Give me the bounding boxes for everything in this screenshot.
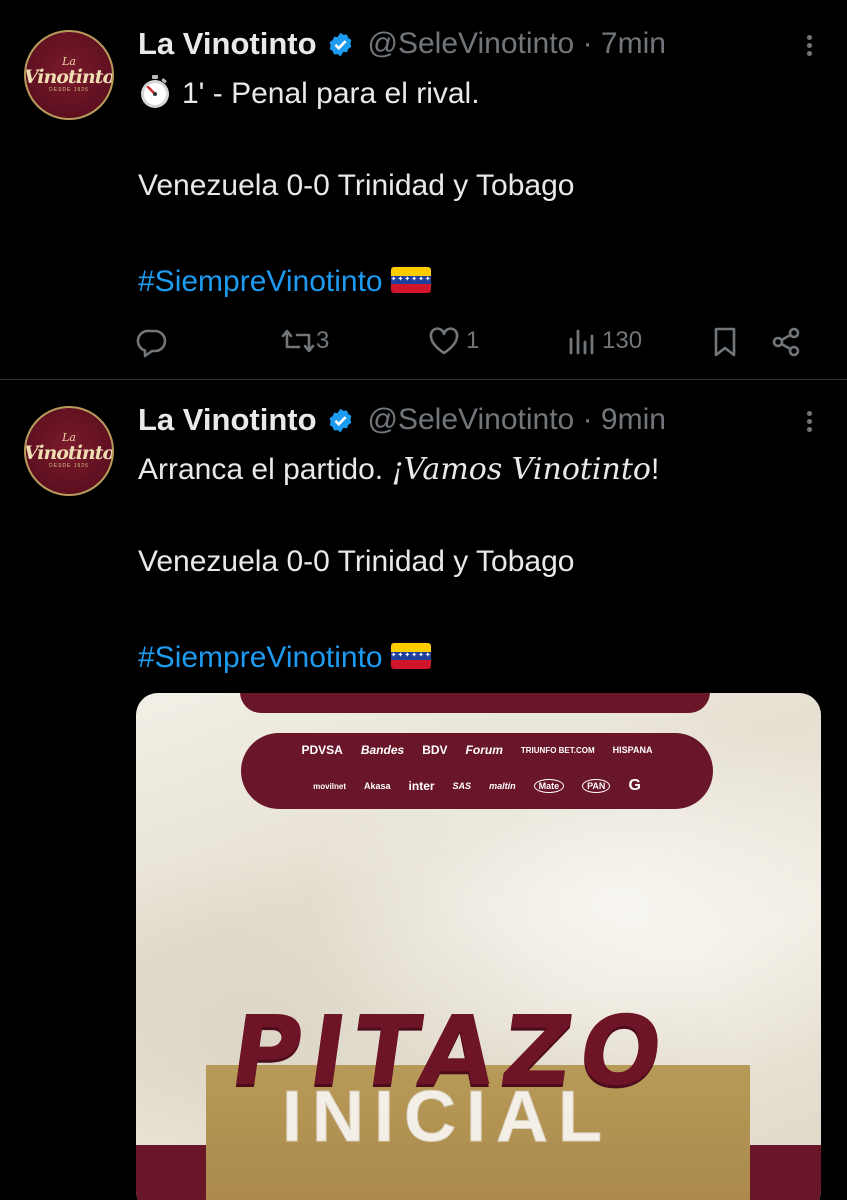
hashtag-link[interactable]: #SiempreVinotinto <box>138 641 383 674</box>
avatar[interactable]: La Vinotinto DESDE 1926 <box>24 406 114 496</box>
tweet-text-italic: ¡Vamos Vinotinto <box>391 452 651 487</box>
tweet-header: La Vinotinto @SeleVinotinto · 9min <box>138 400 666 440</box>
bookmark-button[interactable] <box>712 326 738 358</box>
share-icon <box>772 327 800 357</box>
sponsor-logo: PAN <box>582 779 611 793</box>
repost-icon <box>281 329 315 353</box>
sponsor-logo: Akasa <box>364 781 391 791</box>
venezuela-flag-icon: ✦✦✦✦✦✦✦ <box>390 267 431 294</box>
tweet-text-end: ! <box>650 453 660 486</box>
reply-button[interactable] <box>136 328 168 358</box>
share-button[interactable] <box>770 326 802 358</box>
views-chart-icon <box>569 329 594 355</box>
avatar-logo-small: La <box>62 430 76 444</box>
sponsor-logo: maltin <box>489 781 516 791</box>
venezuela-flag-icon: ✦✦✦✦✦✦✦ <box>390 643 431 670</box>
tweet-1[interactable]: La Vinotinto DESDE 1926 La Vinotinto @Se… <box>0 0 847 380</box>
avatar-logo-main: Vinotinto <box>24 65 114 88</box>
tweet-hashtag-line: #SiempreVinotinto ✦✦✦✦✦✦✦ <box>138 262 431 302</box>
sponsor-row-2: movilnet Akasa inter SAS maltin Mate PAN… <box>241 777 713 795</box>
sponsor-logo: movilnet <box>313 781 346 791</box>
sponsor-logo: HISPANA <box>612 745 653 755</box>
media-headline-inicial: INICIAL <box>282 1077 612 1157</box>
bookmark-icon <box>714 327 736 357</box>
heart-icon <box>429 327 459 355</box>
author-name[interactable]: La Vinotinto <box>138 402 317 438</box>
sponsor-logo: BDV <box>422 743 448 757</box>
more-options-icon[interactable] <box>805 32 813 62</box>
avatar-logo-small: La <box>62 54 76 68</box>
reply-icon <box>136 329 167 358</box>
views-count: 130 <box>602 327 643 354</box>
avatar[interactable]: La Vinotinto DESDE 1926 <box>24 30 114 120</box>
like-count: 1 <box>466 327 480 354</box>
more-options-icon[interactable] <box>805 408 813 438</box>
avatar-logo-tiny: DESDE 1926 <box>49 86 89 93</box>
tweet-text: 1' - Penal para el rival. <box>182 77 480 110</box>
tweet-text: Arranca el partido. <box>138 453 392 486</box>
tweet-media-image[interactable]: PDVSA Bandes BDV Forum TRIUNFO BET.COM H… <box>136 693 821 1200</box>
timeline: La Vinotinto DESDE 1926 La Vinotinto @Se… <box>0 0 847 1200</box>
verified-badge-icon <box>329 32 351 56</box>
avatar-logo-main: Vinotinto <box>24 441 114 464</box>
sponsor-logo: Bandes <box>360 743 405 757</box>
sponsor-row-1: PDVSA Bandes BDV Forum TRIUNFO BET.COM H… <box>241 743 713 757</box>
sponsor-logo: Forum <box>465 743 503 757</box>
repost-button[interactable]: 3 <box>280 326 329 356</box>
like-button[interactable]: 1 <box>428 326 479 356</box>
views-button[interactable]: 130 <box>566 326 642 356</box>
sponsor-logo: Mate <box>533 779 565 793</box>
tweet-text-line-1: Arranca el partido. ¡Vamos Vinotinto! <box>138 450 659 490</box>
sponsor-logo: SAS <box>452 781 472 791</box>
sponsor-logo: inter <box>408 779 435 793</box>
sponsor-banner: PDVSA Bandes BDV Forum TRIUNFO BET.COM H… <box>241 733 713 809</box>
tweet-text-line-2: Venezuela 0-0 Trinidad y Tobago <box>138 545 575 578</box>
tweet-text-line-2: Venezuela 0-0 Trinidad y Tobago <box>138 169 575 202</box>
tweet-header: La Vinotinto @SeleVinotinto · 7min <box>138 24 666 64</box>
media-top-bar <box>240 693 710 713</box>
tweet-hashtag-line: #SiempreVinotinto ✦✦✦✦✦✦✦ <box>138 638 431 678</box>
author-handle-time[interactable]: @SeleVinotinto · 9min <box>368 403 666 437</box>
sponsor-logo: G <box>628 777 641 794</box>
author-name[interactable]: La Vinotinto <box>138 26 317 62</box>
stopwatch-emoji-icon <box>141 75 169 109</box>
verified-badge-icon <box>329 408 351 432</box>
tweet-actions: 3 1 130 <box>136 322 817 366</box>
sponsor-logo: PDVSA <box>301 743 343 757</box>
repost-count: 3 <box>316 327 330 354</box>
tweet-text-line-1: 1' - Penal para el rival. <box>138 74 480 114</box>
avatar-logo-tiny: DESDE 1926 <box>49 462 89 469</box>
author-handle-time[interactable]: @SeleVinotinto · 7min <box>368 27 666 61</box>
hashtag-link[interactable]: #SiempreVinotinto <box>138 265 383 298</box>
sponsor-logo: TRIUNFO BET.COM <box>520 745 595 755</box>
